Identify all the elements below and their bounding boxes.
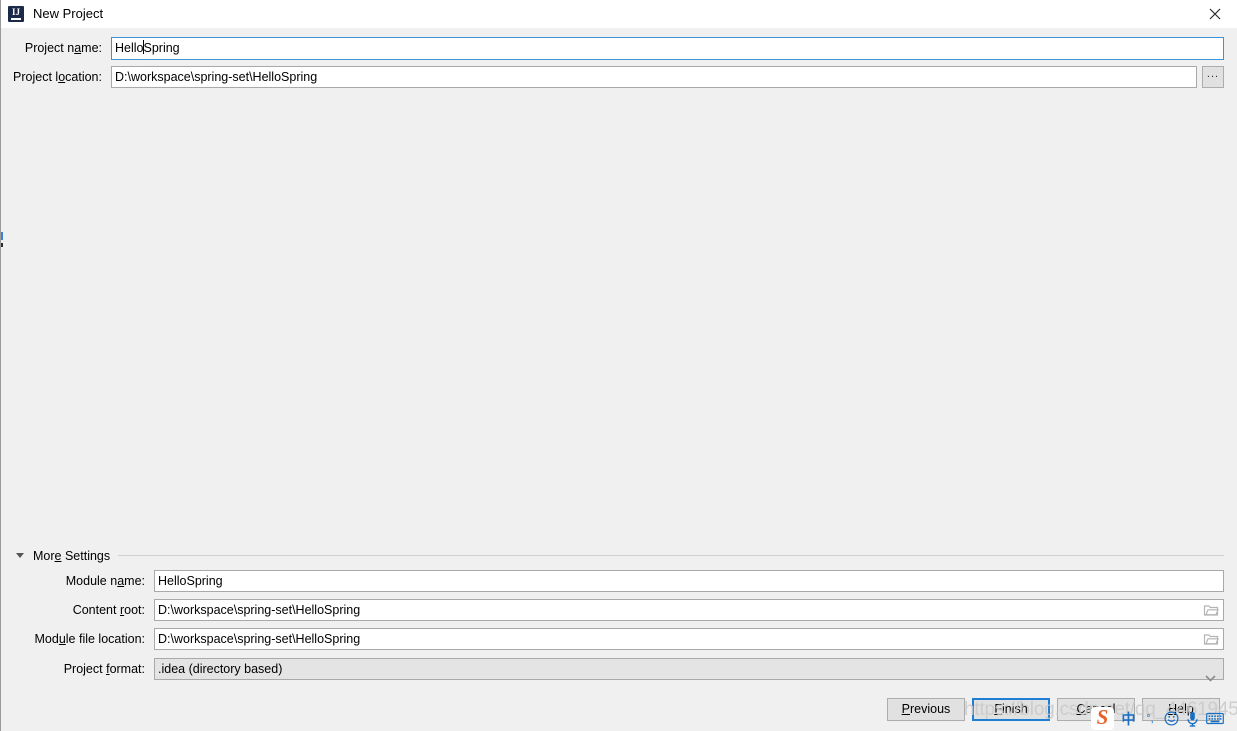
- more-settings-header[interactable]: More Settings: [1, 545, 1237, 566]
- project-format-label: Project format:: [63, 662, 145, 676]
- content-root-row: Content root: D:\workspace\spring-set\He…: [1, 598, 1237, 622]
- project-format-value: .idea (directory based): [158, 662, 283, 676]
- content-root-label: Content root:: [72, 603, 145, 617]
- project-location-input[interactable]: D:\workspace\spring-set\HelloSpring: [111, 66, 1197, 88]
- chevron-down-icon: [16, 553, 24, 558]
- punctuation-mode-icon[interactable]: °,: [1143, 712, 1157, 726]
- module-file-location-label: Module file location:: [34, 632, 146, 646]
- voice-input-icon[interactable]: [1186, 711, 1199, 727]
- browse-folder-button[interactable]: ...: [1202, 66, 1224, 88]
- module-name-label: Module name:: [65, 574, 145, 588]
- project-format-row: Project format: .idea (directory based): [1, 657, 1237, 682]
- folder-icon[interactable]: [1203, 604, 1219, 617]
- project-name-label: Project name:: [24, 41, 102, 55]
- dialog-button-row: Previous Finish Cancel Help: [1, 698, 1237, 721]
- folder-icon[interactable]: [1203, 633, 1219, 646]
- module-name-input[interactable]: HelloSpring: [154, 570, 1224, 592]
- sogou-logo-icon[interactable]: S: [1091, 707, 1114, 730]
- ellipsis-icon: ...: [1206, 68, 1220, 80]
- project-location-label: Project location:: [13, 70, 102, 84]
- close-icon[interactable]: [1192, 0, 1237, 28]
- title-bar: IJ New Project: [1, 0, 1237, 28]
- intellij-idea-icon: IJ: [8, 6, 24, 22]
- emoji-icon[interactable]: [1164, 711, 1179, 726]
- module-name-field-wrap: HelloSpring: [154, 570, 1224, 592]
- content-root-input[interactable]: D:\workspace\spring-set\HelloSpring: [154, 599, 1224, 621]
- content-root-field-wrap: D:\workspace\spring-set\HelloSpring: [154, 599, 1224, 621]
- module-file-location-row: Module file location: D:\workspace\sprin…: [1, 627, 1237, 651]
- project-format-select[interactable]: .idea (directory based): [154, 658, 1224, 682]
- finish-button[interactable]: Finish: [972, 698, 1050, 721]
- chevron-down-icon: [1205, 668, 1216, 688]
- new-project-dialog: IJ New Project Project name: HelloSpring…: [0, 0, 1237, 731]
- project-location-row: Project location: D:\workspace\spring-se…: [1, 65, 1237, 89]
- chinese-mode-icon[interactable]: 中: [1121, 712, 1136, 726]
- soft-keyboard-icon[interactable]: [1206, 712, 1224, 725]
- section-divider: [118, 555, 1224, 556]
- module-file-location-field-wrap: D:\workspace\spring-set\HelloSpring: [154, 628, 1224, 650]
- more-settings-label: More Settings: [33, 548, 111, 563]
- module-name-row: Module name: HelloSpring: [1, 569, 1237, 593]
- previous-button[interactable]: Previous: [887, 698, 965, 721]
- project-name-input[interactable]: HelloSpring: [111, 36, 1224, 60]
- module-file-location-input[interactable]: D:\workspace\spring-set\HelloSpring: [154, 628, 1224, 650]
- project-name-row: Project name: HelloSpring: [1, 36, 1237, 60]
- dialog-empty-area: [1, 92, 1237, 542]
- ime-toolbar: S 中 °,: [1091, 706, 1224, 731]
- window-title: New Project: [33, 6, 104, 21]
